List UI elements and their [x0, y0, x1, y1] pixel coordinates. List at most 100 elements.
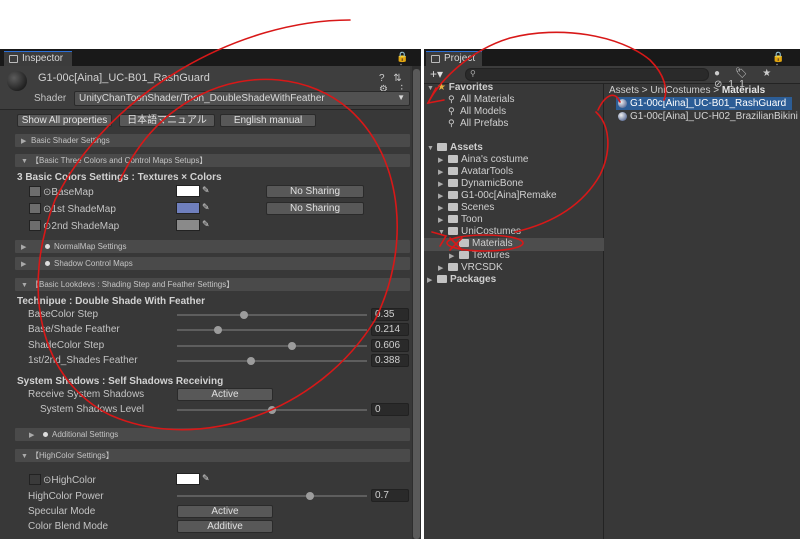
- slider-knob[interactable]: [306, 492, 314, 500]
- shader-dropdown[interactable]: UnityChanToonShader/Toon_DoubleShadeWith…: [74, 91, 410, 106]
- foldout-label: 【Basic Three Colors and Control Maps Set…: [31, 156, 208, 165]
- eyedropper-icon[interactable]: ✎: [202, 202, 212, 214]
- search-input[interactable]: ⚲: [465, 68, 709, 81]
- slider-track[interactable]: [177, 342, 367, 350]
- shademap2-texture-slot[interactable]: [29, 220, 41, 231]
- bullet-icon: [45, 261, 50, 266]
- folder-avatartools[interactable]: ▶ AvatarTools: [438, 166, 513, 177]
- eyedropper-icon[interactable]: ✎: [202, 473, 212, 485]
- foldout-basic-lookdevs[interactable]: ▼ 【Basic Lookdevs : Shading Step and Feat…: [15, 278, 410, 291]
- eyedropper-icon[interactable]: ✎: [202, 185, 212, 197]
- star-icon: ★: [437, 82, 449, 93]
- foldout-label: 【Basic Lookdevs : Shading Step and Feath…: [31, 280, 235, 289]
- highcolor-power-slider[interactable]: [177, 492, 367, 500]
- shadows-level-field[interactable]: 0: [371, 403, 409, 416]
- project-tabbar: Project 🔒 ⋮: [424, 49, 800, 74]
- favorite-all-prefabs[interactable]: ⚲ All Prefabs: [448, 118, 508, 129]
- folder-materials[interactable]: Materials: [459, 238, 513, 249]
- shademap2-color-swatch[interactable]: [176, 219, 200, 231]
- tab-inspector[interactable]: Inspector: [4, 51, 72, 66]
- folder-scenes[interactable]: ▶ Scenes: [438, 202, 494, 213]
- inspector-scrollbar[interactable]: [412, 66, 421, 539]
- highcolor-color-swatch[interactable]: [176, 473, 200, 485]
- expanded-arrow-icon: ▼: [21, 282, 28, 289]
- asset-rashguard[interactable]: G1-00c[Aina]_UC-B01_RashGuard: [616, 97, 792, 110]
- foldout-label: NormalMap Settings: [54, 242, 127, 251]
- breadcrumb-materials[interactable]: Materials: [722, 85, 765, 96]
- slider-track[interactable]: [177, 311, 367, 319]
- highcolor-texture-slot[interactable]: [29, 474, 41, 485]
- folder-unicostumes[interactable]: ▼ UniCostumes: [438, 226, 521, 237]
- scrollbar-thumb[interactable]: [413, 69, 420, 539]
- slider-knob[interactable]: [288, 342, 296, 350]
- bullet-icon: [45, 244, 50, 249]
- packages-node[interactable]: ▶ Packages: [427, 274, 496, 285]
- japanese-manual-button[interactable]: 日本語マニュアル: [119, 114, 215, 127]
- basemap-color-swatch[interactable]: [176, 185, 200, 197]
- shadows-level-slider[interactable]: [177, 406, 367, 414]
- slider-knob[interactable]: [247, 357, 255, 365]
- folder-icon: [459, 239, 469, 247]
- foldout-additional-settings[interactable]: ▶ Additional Settings: [15, 428, 410, 441]
- highcolor-power-label: HighColor Power: [28, 491, 104, 502]
- foldout-basic-shader-settings[interactable]: ▶ Basic Shader Settings: [15, 134, 410, 147]
- eyedropper-icon[interactable]: ✎: [202, 219, 212, 231]
- folder-toon[interactable]: ▶ Toon: [438, 214, 483, 225]
- foldout-label: Additional Settings: [52, 430, 119, 439]
- shader-value: UnityChanToonShader/Toon_DoubleShadeWith…: [79, 93, 325, 104]
- shader-label: Shader: [34, 93, 67, 104]
- favorite-all-models[interactable]: ⚲ All Models: [448, 106, 506, 117]
- material-preview-icon: [7, 71, 27, 91]
- basemap-texture-slot[interactable]: [29, 186, 41, 197]
- highcolor-power-field[interactable]: 0.7: [371, 489, 409, 502]
- foldout-normalmap-settings[interactable]: ▶ NormalMap Settings: [15, 240, 410, 253]
- folder-dynamicbone[interactable]: ▶ DynamicBone: [438, 178, 523, 189]
- receive-shadows-label: Receive System Shadows: [28, 389, 145, 400]
- slider-value-field[interactable]: 0.388: [371, 354, 409, 367]
- foldout-shadow-control-maps[interactable]: ▶ Shadow Control Maps: [15, 257, 410, 270]
- receive-shadows-toggle[interactable]: Active: [177, 388, 273, 401]
- shademap1-label: ⊙1st ShadeMap: [43, 204, 116, 215]
- tab-project[interactable]: Project: [426, 51, 482, 66]
- slider-track[interactable]: [177, 357, 367, 365]
- slider-knob[interactable]: [268, 406, 276, 414]
- create-button[interactable]: +▾: [430, 67, 443, 81]
- slider-knob[interactable]: [214, 326, 222, 334]
- shadows-level-label: System Shadows Level: [40, 404, 144, 415]
- foldout-three-colors[interactable]: ▼ 【Basic Three Colors and Control Maps Se…: [15, 154, 410, 167]
- no-sharing-button-2[interactable]: No Sharing: [266, 202, 364, 215]
- shademap1-color-swatch[interactable]: [176, 202, 200, 214]
- slider-label: BaseColor Step: [28, 309, 99, 320]
- slider-value-field[interactable]: 0.35: [371, 308, 409, 321]
- asset-brazilianbikini[interactable]: G1-00c[Aina]_UC-H02_BrazilianBikini: [616, 110, 800, 123]
- slider-knob[interactable]: [240, 311, 248, 319]
- foldout-highcolor-settings[interactable]: ▼ 【HighColor Settings】: [15, 449, 410, 462]
- english-manual-button[interactable]: English manual: [220, 114, 316, 127]
- folder-vrcsdk[interactable]: ▶ VRCSDK: [438, 262, 503, 273]
- favorites-node[interactable]: ▼ ★ Favorites: [427, 82, 493, 93]
- slider-value-field[interactable]: 0.606: [371, 339, 409, 352]
- shademap1-texture-slot[interactable]: [29, 203, 41, 214]
- folder-aina-costume[interactable]: ▶ Aina's costume: [438, 154, 529, 165]
- expanded-arrow-icon: ▼: [21, 453, 28, 460]
- foldout-label: 【HighColor Settings】: [31, 451, 114, 460]
- folder-textures[interactable]: ▶ Textures: [449, 250, 510, 261]
- assets-node[interactable]: ▼ Assets: [427, 142, 483, 153]
- color-blend-mode-toggle[interactable]: Additive: [177, 520, 273, 533]
- favorite-all-materials[interactable]: ⚲ All Materials: [448, 94, 514, 105]
- slider-value-field[interactable]: 0.214: [371, 323, 409, 336]
- material-icon: [618, 112, 627, 121]
- no-sharing-button-1[interactable]: No Sharing: [266, 185, 364, 198]
- folder-icon: [431, 55, 440, 63]
- slider-track[interactable]: [177, 326, 367, 334]
- show-all-properties-button[interactable]: Show All properties: [17, 114, 112, 127]
- material-name: G1-00c[Aina]_UC-B01_RashGuard: [38, 72, 210, 84]
- specular-mode-toggle[interactable]: Active: [177, 505, 273, 518]
- folder-icon: [448, 215, 458, 223]
- project-folder-tree: ▼ ★ Favorites ⚲ All Materials ⚲ All Models …: [424, 82, 604, 539]
- folder-icon: [448, 263, 458, 271]
- breadcrumb-unicostumes[interactable]: UniCostumes: [650, 85, 710, 96]
- breadcrumb-assets[interactable]: Assets: [609, 85, 639, 96]
- breadcrumb-separator: >: [641, 85, 648, 96]
- folder-g1-remake[interactable]: ▶ G1-00c[Aina]Remake: [438, 190, 557, 201]
